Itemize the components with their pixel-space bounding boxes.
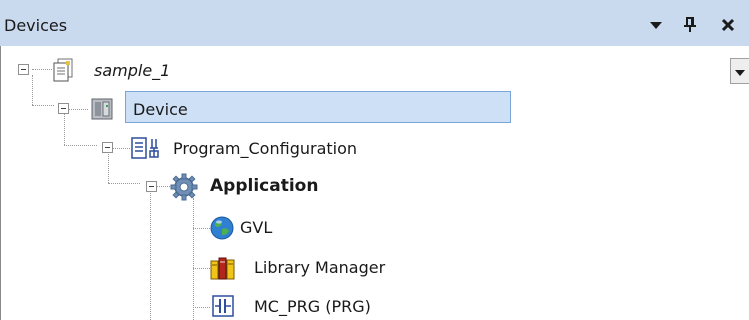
tree-connector — [32, 69, 52, 70]
dropdown-arrow-icon — [649, 20, 663, 30]
tree-item-application[interactable]: Application — [210, 176, 318, 196]
tree-item-program-configuration[interactable]: Program_Configuration — [173, 139, 357, 159]
panel-titlebar: Devices — [0, 0, 749, 46]
tree-dropdown-button[interactable] — [730, 58, 749, 84]
tree-connector — [150, 189, 151, 320]
device-icon — [90, 96, 113, 120]
tree-connector — [32, 105, 54, 106]
tree-connector — [64, 112, 65, 145]
close-icon — [721, 18, 735, 32]
panel-title: Devices — [4, 16, 68, 35]
tree-connector — [32, 75, 33, 105]
tree-item-mc-prg[interactable]: MC_PRG (PRG) — [254, 297, 371, 317]
tree-connector — [108, 151, 109, 183]
tree-connector — [193, 307, 210, 308]
tree-connector — [193, 268, 210, 269]
tree-connector — [68, 109, 88, 110]
tree-connector — [108, 183, 140, 184]
panel-close-button[interactable] — [718, 14, 738, 36]
globe-icon — [209, 215, 234, 240]
collapse-toggle[interactable] — [18, 64, 29, 75]
tree-item-gvl[interactable]: GVL — [240, 218, 272, 238]
panel-pin-button[interactable] — [680, 14, 700, 36]
chevron-down-icon — [734, 62, 746, 81]
tree-connector — [193, 198, 194, 320]
tree-connector — [193, 228, 210, 229]
program-icon — [212, 295, 234, 317]
plc-logic-icon — [130, 136, 159, 159]
tree-item-library-manager[interactable]: Library Manager — [254, 258, 385, 278]
collapse-toggle[interactable] — [58, 103, 69, 114]
tree-connector — [112, 148, 130, 149]
collapse-toggle[interactable] — [146, 181, 157, 192]
collapse-toggle[interactable] — [102, 142, 113, 153]
library-books-icon — [209, 255, 235, 280]
pin-icon — [683, 17, 697, 33]
panel-menu-button[interactable] — [646, 14, 666, 36]
devices-panel: Devices sample_1 Device Program_Configur… — [0, 0, 749, 320]
tree-item-sample-1[interactable]: sample_1 — [94, 61, 170, 81]
application-gear-icon — [170, 173, 198, 201]
project-icon — [52, 58, 74, 82]
tree-item-device[interactable]: Device — [133, 100, 188, 120]
tree-connector — [64, 145, 97, 146]
panel-left-border — [0, 46, 1, 320]
